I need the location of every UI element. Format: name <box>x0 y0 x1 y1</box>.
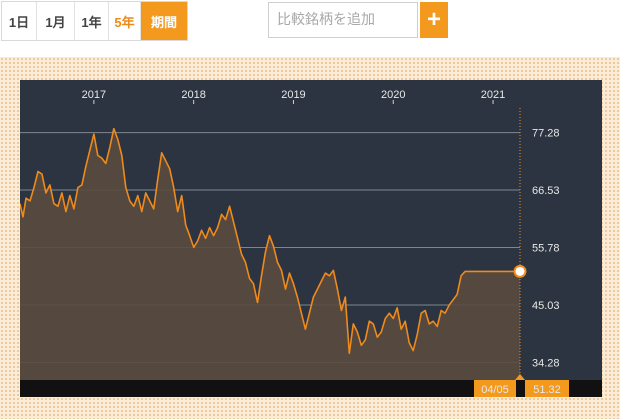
add-compare-button[interactable]: + <box>420 2 448 38</box>
range-selector: 1日 1月 1年 5年 期間 <box>1 1 188 41</box>
range-1m-button[interactable]: 1月 <box>37 2 75 40</box>
y-tick-label: 45.03 <box>532 300 560 312</box>
range-1y-button[interactable]: 1年 <box>75 2 109 40</box>
current-price-point[interactable] <box>513 264 527 278</box>
price-chart[interactable]: 2017 2018 2019 2020 2021 77.28 66.53 55.78 45.0… <box>20 80 602 397</box>
x-tick-label: 2017 <box>82 89 106 101</box>
range-5y-button[interactable]: 5年 <box>109 2 141 40</box>
x-tick-label: 2021 <box>481 89 505 101</box>
y-tick-label: 66.53 <box>532 185 560 197</box>
x-tick-label: 2019 <box>281 89 305 101</box>
y-tick-label: 55.78 <box>532 243 560 255</box>
range-period-button[interactable]: 期間 <box>141 2 187 40</box>
y-tick-label: 34.28 <box>532 357 560 369</box>
current-date-label: 04/05 <box>481 384 509 396</box>
x-tick-label: 2018 <box>181 89 205 101</box>
range-1d-button[interactable]: 1日 <box>2 2 37 40</box>
compare-symbol-input[interactable] <box>268 2 418 38</box>
x-tick-label: 2020 <box>381 89 405 101</box>
y-tick-label: 77.28 <box>532 128 560 140</box>
current-value-label: 51.32 <box>533 384 561 396</box>
